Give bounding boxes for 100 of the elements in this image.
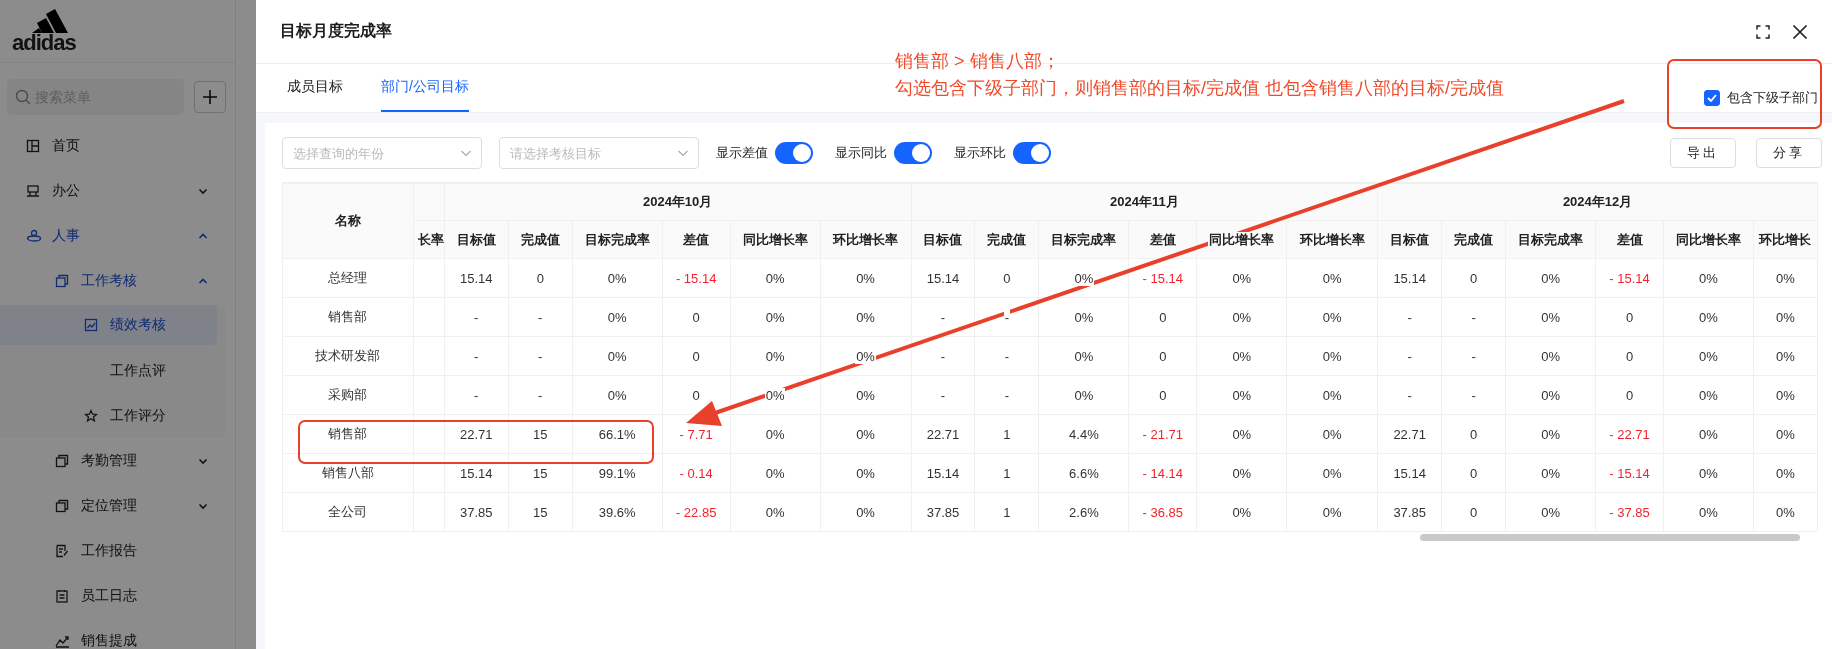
table-cell: - xyxy=(974,375,1039,415)
toggle-switch[interactable] xyxy=(1013,142,1051,164)
table-cell: - 22.85 xyxy=(662,492,731,532)
toggle-switch[interactable] xyxy=(775,142,813,164)
table-cell: 1 xyxy=(974,453,1039,493)
table-cell: - xyxy=(444,375,509,415)
table-cell: - xyxy=(1377,375,1442,415)
menu-item[interactable]: 首页 xyxy=(52,136,209,155)
table-cell: 0 xyxy=(1441,492,1506,532)
table-cell: - xyxy=(1377,336,1442,376)
column-header: 同比增长率 xyxy=(1663,220,1754,259)
table-cell: 0% xyxy=(730,492,821,532)
desk-icon xyxy=(26,183,40,198)
column-header: 环比增长 xyxy=(1753,220,1818,259)
checkbox[interactable] xyxy=(1704,90,1720,106)
table-cell: 0% xyxy=(1286,453,1378,493)
table-cell: 0% xyxy=(1663,258,1754,298)
menu-item[interactable]: 销售提成 xyxy=(81,631,209,649)
select-field[interactable]: 请选择考核目标 xyxy=(499,137,699,169)
column-header: 目标完成率 xyxy=(572,220,663,259)
scrollbar-thumb[interactable] xyxy=(1420,534,1800,541)
toggle-label: 显示差值 xyxy=(716,144,768,162)
table-cell: 0% xyxy=(820,297,911,337)
column-header: 同比增长率 xyxy=(730,220,821,259)
table-cell: 0 xyxy=(1595,375,1664,415)
toggle-switch[interactable] xyxy=(894,142,932,164)
table-cell: 0 xyxy=(1441,414,1506,454)
menu-item[interactable]: 绩效考核 xyxy=(110,316,199,334)
table-cell: 0% xyxy=(1196,297,1287,337)
column-header: 环比增长率 xyxy=(820,220,911,259)
table-cell: 15.14 xyxy=(911,453,975,493)
tab[interactable]: 成员目标 xyxy=(287,64,343,112)
table-cell: 37.85 xyxy=(444,492,509,532)
table-cell: - 21.71 xyxy=(1128,414,1197,454)
column-header: 目标值 xyxy=(911,220,975,259)
table-cell: 总经理 xyxy=(282,258,414,298)
table-cell: 0% xyxy=(1753,297,1818,337)
table-cell: - xyxy=(1441,297,1506,337)
menu-item[interactable]: 工作评分 xyxy=(110,406,199,425)
annotation-text: 销售部 > 销售八部； xyxy=(895,50,1061,73)
plus-icon xyxy=(202,89,218,105)
table-cell: 0% xyxy=(1663,336,1754,376)
table-cell: - xyxy=(444,297,509,337)
notepad-icon xyxy=(55,588,69,603)
column-header: 完成值 xyxy=(508,220,573,259)
close-icon[interactable] xyxy=(1792,23,1808,40)
table-cell: 37.85 xyxy=(911,492,975,532)
table-cell: 0% xyxy=(1663,297,1754,337)
table-cell: - xyxy=(1441,336,1506,376)
table-cell: 0% xyxy=(820,414,911,454)
month-header: 2024年11月 xyxy=(911,183,1378,221)
table-cell: 22.71 xyxy=(911,414,975,454)
stacked-squares-icon xyxy=(55,498,69,513)
table-cell: - 37.85 xyxy=(1595,492,1664,532)
menu-item[interactable]: 定位管理 xyxy=(81,496,187,515)
table-cell: 0% xyxy=(1505,297,1596,337)
table-cell: 15.14 xyxy=(444,258,509,298)
table-cell: 0% xyxy=(820,375,911,415)
menu-item[interactable]: 考勤管理 xyxy=(81,451,187,470)
table-cell: 0% xyxy=(1505,258,1596,298)
table-cell: 0% xyxy=(1663,414,1754,454)
table-cell: - xyxy=(911,375,975,415)
action-button[interactable]: 分享 xyxy=(1756,138,1822,168)
table-cell: 0% xyxy=(730,258,821,298)
column-header: 目标完成率 xyxy=(1038,220,1129,259)
menu-item[interactable]: 工作报告 xyxy=(81,541,209,560)
table-cell: 0% xyxy=(1196,453,1287,493)
column-header: 目标值 xyxy=(1377,220,1442,259)
table-cell: 0% xyxy=(1196,375,1287,415)
menu-item[interactable]: 办公 xyxy=(52,181,187,200)
chart-icon xyxy=(84,318,98,332)
action-button[interactable]: 导出 xyxy=(1670,138,1736,168)
table-cell: - xyxy=(1441,375,1506,415)
table-cell: 15.14 xyxy=(1377,258,1442,298)
table-cell: 22.71 xyxy=(1377,414,1442,454)
table-cell: 0% xyxy=(730,453,821,493)
table-cell: 0% xyxy=(1505,492,1596,532)
table-cell: 0% xyxy=(1753,258,1818,298)
add-button[interactable] xyxy=(194,81,226,113)
table-cell: 全公司 xyxy=(282,492,414,532)
fullscreen-icon[interactable] xyxy=(1756,24,1770,39)
table-cell: - xyxy=(508,375,573,415)
column-header: 目标值 xyxy=(444,220,509,259)
menu-item[interactable]: 员工日志 xyxy=(81,586,209,605)
table-cell: 0 xyxy=(1128,375,1197,415)
table-cell: 15 xyxy=(508,492,573,532)
column-header: 环比增长率 xyxy=(1286,220,1378,259)
select-field[interactable]: 选择查询的年份 xyxy=(282,137,482,169)
table-cell: - xyxy=(508,336,573,376)
table-cell: 6.6% xyxy=(1038,453,1129,493)
table-cell: 0% xyxy=(1038,375,1129,415)
table-cell: 0% xyxy=(1753,414,1818,454)
toggle-label: 显示环比 xyxy=(954,144,1006,162)
menu-item[interactable]: 工作考核 xyxy=(81,271,187,290)
menu-item[interactable]: 工作点评 xyxy=(110,361,199,380)
menu-item[interactable]: 人事 xyxy=(52,226,187,245)
search-icon xyxy=(15,89,31,105)
table-cell: 0 xyxy=(508,258,573,298)
table-cell: 15.14 xyxy=(911,258,975,298)
table-cell: 0% xyxy=(1753,336,1818,376)
